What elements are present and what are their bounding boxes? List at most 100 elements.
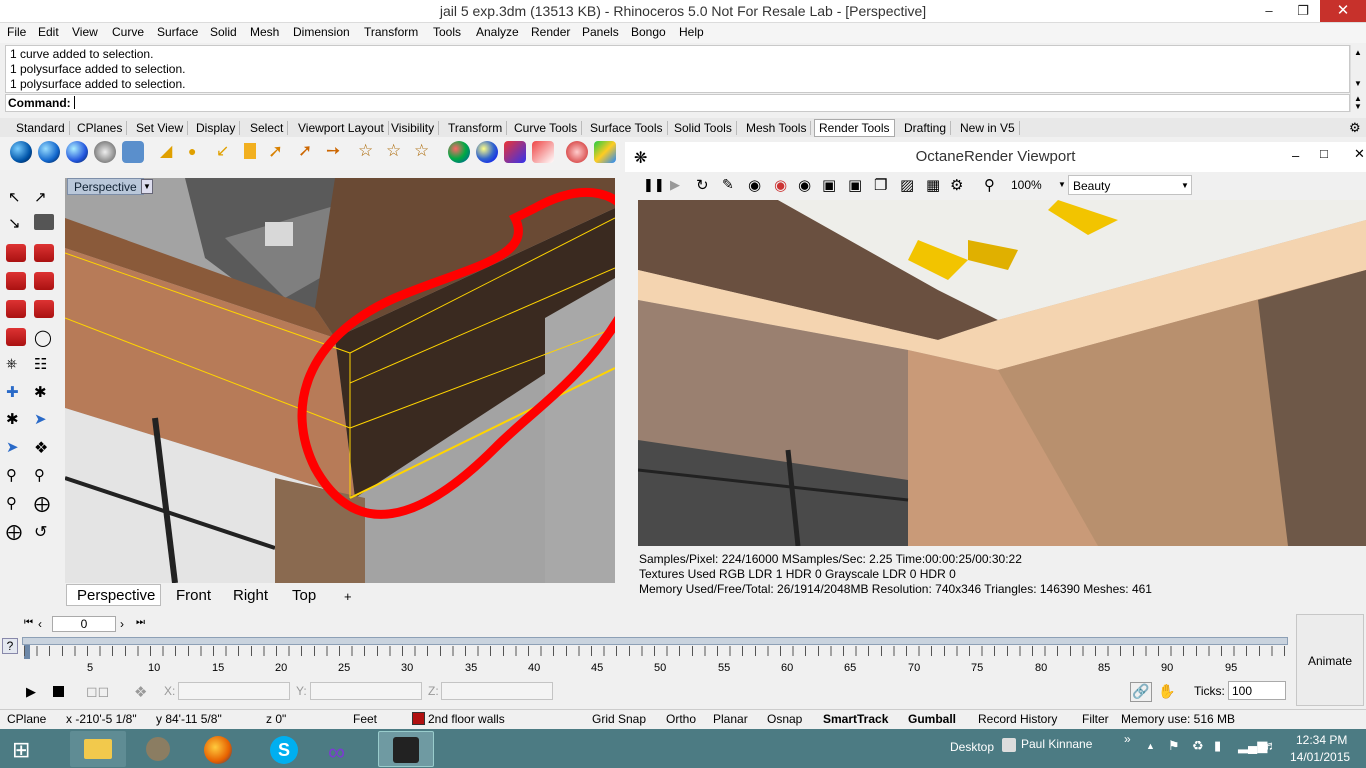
gear-icon[interactable]: ⚙ — [1349, 120, 1361, 136]
select-arrow-icon[interactable]: ↖ — [8, 188, 21, 206]
key-tool-icon[interactable]: ◻◻ — [86, 683, 109, 700]
zoom-icon[interactable]: ⚲ — [984, 176, 995, 194]
gumball-toggle[interactable]: Gumball — [908, 712, 956, 726]
first-frame-icon[interactable]: ⏮ — [24, 617, 33, 628]
tab-select[interactable]: Select — [250, 121, 289, 135]
ticks-input[interactable]: 100 — [1228, 681, 1286, 700]
lifebuoy-icon[interactable] — [566, 141, 588, 163]
menu-solid[interactable]: Solid — [210, 25, 237, 39]
decal-icon[interactable] — [504, 141, 526, 163]
transform-icon[interactable]: ☷ — [34, 355, 47, 373]
dimension-icon[interactable]: ⎈ — [6, 355, 17, 372]
frame-input[interactable]: 0 — [52, 616, 116, 632]
save-icon[interactable] — [34, 214, 54, 230]
octane-maximize-button[interactable]: □ — [1320, 146, 1328, 161]
skype-app[interactable]: S — [256, 731, 312, 767]
command-history[interactable]: 1 curve added to selection. 1 polysurfac… — [5, 45, 1350, 93]
record-history-toggle[interactable]: Record History — [978, 712, 1057, 726]
animate-button[interactable]: Animate — [1296, 614, 1364, 706]
menu-view[interactable]: View — [72, 25, 98, 39]
lock-icon[interactable]: ▨ — [900, 176, 914, 194]
light-icon[interactable]: ☆ — [386, 141, 401, 161]
snapshot-icon[interactable]: ▣ — [822, 176, 836, 194]
menu-render[interactable]: Render — [531, 25, 570, 39]
linear-light-icon[interactable]: ➚ — [268, 141, 283, 162]
camera-icon[interactable]: ◉ — [798, 176, 811, 194]
rectangular-light-icon[interactable] — [244, 143, 256, 159]
gumball-icon[interactable]: ✚ — [6, 383, 19, 401]
solid-tool-icon[interactable] — [6, 300, 26, 318]
play-icon[interactable]: ▶ — [26, 684, 36, 700]
point-light-icon[interactable]: ● — [188, 143, 196, 159]
solid-tool-icon[interactable] — [34, 244, 54, 262]
menu-transform[interactable]: Transform — [364, 25, 418, 39]
cube-wire-icon[interactable]: ❖ — [34, 438, 48, 458]
menu-mesh[interactable]: Mesh — [250, 25, 279, 39]
tab-solid-tools[interactable]: Solid Tools — [674, 121, 737, 135]
octane-close-button[interactable]: ✕ — [1354, 146, 1365, 162]
viewport-menu-chevron-icon[interactable]: ▼ — [141, 179, 153, 194]
environment-icon[interactable] — [94, 141, 116, 163]
scroll-down-icon[interactable]: ▼ — [1354, 102, 1362, 111]
settings-icon[interactable]: ⚙ — [950, 176, 963, 194]
layer-color-swatch[interactable] — [412, 712, 425, 725]
axis-icon[interactable]: ✱ — [34, 383, 47, 401]
menu-bongo[interactable]: Bongo — [631, 25, 666, 39]
solid-tool-icon[interactable] — [34, 300, 54, 318]
firefox-app[interactable] — [190, 731, 246, 767]
axis-icon[interactable]: ✱ — [6, 410, 19, 428]
solid-tool-icon[interactable] — [6, 244, 26, 262]
menu-file[interactable]: File — [7, 25, 26, 39]
hand-icon[interactable]: ✋ — [1158, 683, 1175, 700]
tab-surface-tools[interactable]: Surface Tools — [590, 121, 668, 135]
perspective-viewport[interactable] — [65, 178, 615, 583]
solid-tool-icon[interactable] — [6, 328, 26, 346]
menu-panels[interactable]: Panels — [582, 25, 619, 39]
network-icon[interactable]: ▂▄▆ — [1238, 738, 1267, 754]
minimize-button[interactable]: – — [1252, 0, 1286, 22]
tab-top[interactable]: Top — [292, 587, 316, 604]
help-button[interactable]: ? — [2, 638, 18, 654]
pause-icon[interactable]: ❚❚ — [643, 177, 665, 193]
zoom-select[interactable]: 100% — [1011, 178, 1042, 192]
restart-icon[interactable]: ↻ — [696, 176, 709, 194]
zoom-window-icon[interactable]: ⚲ — [34, 466, 45, 484]
arrow-icon[interactable]: ➤ — [6, 438, 19, 456]
tab-curve-tools[interactable]: Curve Tools — [514, 121, 583, 135]
region-icon[interactable]: ▦ — [926, 176, 940, 194]
flag-icon[interactable]: ⚑ — [1168, 738, 1180, 754]
command-input[interactable]: Command: — [5, 94, 1350, 112]
export-icon[interactable]: ▣ — [848, 176, 862, 194]
tab-display[interactable]: Display — [196, 121, 241, 135]
tab-drafting[interactable]: Drafting — [904, 121, 952, 135]
line-icon[interactable]: ↘ — [8, 214, 21, 232]
material-picker-icon[interactable]: ◉ — [748, 176, 761, 194]
stop-icon[interactable] — [53, 686, 64, 697]
close-button[interactable]: ✕ — [1320, 0, 1366, 22]
next-frame-icon[interactable]: › — [120, 617, 124, 631]
cube-icon[interactable]: ❖ — [134, 683, 147, 701]
render-icon[interactable] — [10, 141, 32, 163]
solid-tool-icon[interactable] — [6, 272, 26, 290]
toolbar-chevron[interactable]: » — [1124, 732, 1131, 746]
last-frame-icon[interactable]: ⏭ — [136, 617, 145, 628]
tab-set-view[interactable]: Set View — [136, 121, 189, 135]
current-layer[interactable]: 2nd floor walls — [428, 712, 505, 726]
x-input[interactable] — [178, 682, 290, 700]
planar-toggle[interactable]: Planar — [713, 712, 748, 726]
render-window-icon[interactable] — [38, 141, 60, 163]
copy-icon[interactable]: ❐ — [874, 176, 887, 194]
texture-icon[interactable] — [476, 141, 498, 163]
materials-icon[interactable] — [122, 141, 144, 163]
directional-light-icon[interactable]: ↙ — [216, 141, 229, 161]
sun-icon[interactable] — [448, 141, 470, 163]
menu-tools[interactable]: Tools — [433, 25, 461, 39]
arrow-icon[interactable]: ➤ — [34, 410, 47, 428]
pan-icon[interactable]: ⨁ — [34, 494, 50, 514]
battery-icon[interactable]: ▮ — [1214, 738, 1221, 754]
file-explorer-app[interactable] — [70, 731, 126, 767]
focus-picker-icon[interactable]: ✎ — [722, 176, 734, 193]
volume-icon[interactable]: ♬ — [1264, 738, 1277, 753]
user-name[interactable]: Paul Kinnane — [1021, 737, 1092, 751]
tab-front[interactable]: Front — [176, 587, 211, 604]
